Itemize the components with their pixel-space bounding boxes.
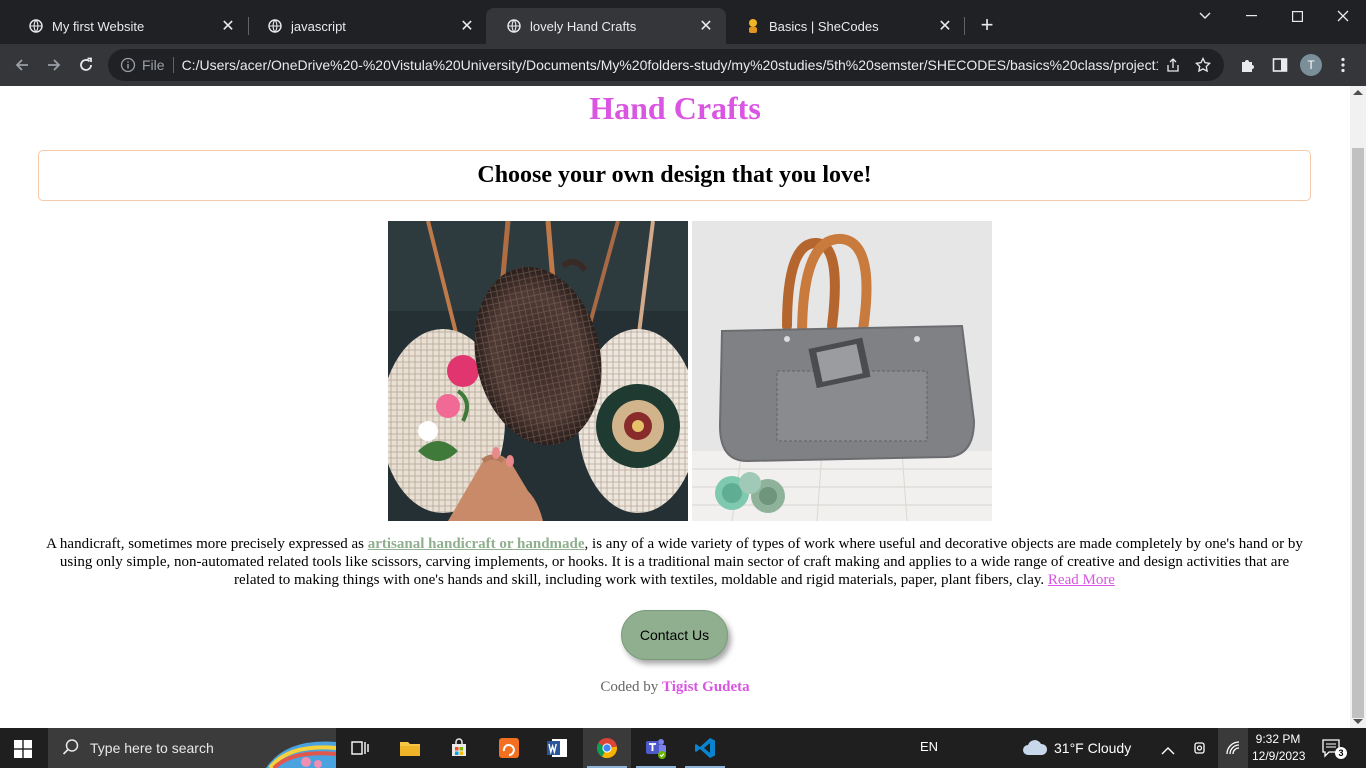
maximize-button[interactable] [1274,0,1320,32]
page-viewport: Hand Crafts Choose your own design that … [0,86,1350,728]
footer-prefix: Coded by [600,679,662,695]
chrome-icon[interactable] [583,728,631,768]
tab-title: lovely Hand Crafts [530,18,637,34]
tab-basics-shecodes[interactable]: Basics | SheCodes ✕ [725,8,965,44]
network-icon[interactable] [1218,728,1248,768]
address-bar[interactable]: File C:/Users/acer/OneDrive%20-%20Vistul… [108,49,1224,81]
weather-status[interactable]: 31°F Cloudy [1054,740,1131,756]
arrow-left-icon [15,59,28,71]
tab-title: My first Website [52,18,145,34]
browser-toolbar: File C:/Users/acer/OneDrive%20-%20Vistul… [0,44,1366,86]
close-window-button[interactable] [1320,0,1366,32]
address-divider [172,57,174,73]
page-scrollbar[interactable] [1350,86,1366,728]
kebab-menu-icon[interactable] [1333,55,1353,75]
scroll-thumb[interactable] [1352,148,1364,718]
globe-icon [506,18,522,34]
tab-divider [964,17,965,35]
windows-start-icon[interactable] [14,740,32,758]
back-button[interactable] [8,51,36,79]
read-more-link[interactable]: Read More [1048,572,1115,588]
shecodes-logo-icon [745,18,761,34]
close-icon[interactable]: ✕ [218,16,238,36]
teams-icon[interactable] [632,728,680,768]
vscode-icon[interactable] [681,728,729,768]
search-highlight-art [256,728,337,768]
maximize-icon [1291,10,1303,22]
tab-title: Basics | SheCodes [769,18,879,34]
pdf-reader-icon[interactable] [485,728,533,768]
page-title: Hand Crafts [589,90,761,126]
artisanal-handicraft-link[interactable]: artisanal handicraft or handmade [368,536,585,552]
tab-search-button[interactable] [1182,0,1228,32]
tagline-heading: Choose your own design that you love! [477,162,872,188]
search-placeholder: Type here to search [90,740,214,756]
cloud-icon[interactable] [1022,738,1048,761]
search-icon [62,738,80,759]
system-clock[interactable]: 9:32 PM 12/9/2023 [1252,731,1306,765]
tab-title: javascript [291,18,346,34]
close-icon[interactable]: ✕ [935,16,955,36]
contact-us-button[interactable]: Contact Us [621,610,728,660]
chevron-down-icon [1199,12,1211,19]
new-tab-button[interactable]: + [976,14,998,36]
task-view-icon[interactable] [336,728,384,768]
browser-tab-strip: My first Website ✕ javascript ✕ lovely H… [0,0,1366,44]
taskbar-search-box[interactable]: Type here to search [48,728,337,768]
url-text[interactable]: C:/Users/acer/OneDrive%20-%20Vistula%20U… [182,57,1158,73]
page-footer: Coded by Tigist Gudeta [0,679,1350,696]
url-scheme-label: File [142,57,165,73]
felt-bag-image [692,221,992,521]
globe-icon [28,18,44,34]
chevron-up-icon[interactable] [1161,742,1175,760]
tagline-banner: Choose your own design that you love! [38,150,1311,201]
arrow-right-icon [48,59,61,71]
reload-icon [80,57,92,71]
windows-taskbar: Type here to search EN 31°F Cloudy 9:32 … [0,728,1366,768]
close-icon[interactable]: ✕ [696,16,716,36]
tab-my-first-website[interactable]: My first Website ✕ [8,8,248,44]
minimize-button[interactable] [1228,0,1274,32]
close-icon[interactable]: ✕ [457,16,477,36]
file-explorer-icon[interactable] [386,728,434,768]
scroll-up-arrow-icon[interactable] [1353,90,1363,95]
minimize-icon [1245,15,1257,17]
handicraft-description: A handicraft, sometimes more precisely e… [38,535,1311,589]
author-name: Tigist Gudeta [662,679,750,695]
side-panel-icon[interactable] [1270,55,1290,75]
word-icon[interactable] [533,728,581,768]
share-icon[interactable] [1158,57,1188,73]
globe-icon [267,18,283,34]
reload-button[interactable] [72,51,100,79]
scroll-down-arrow-icon[interactable] [1353,719,1363,724]
meet-now-icon[interactable] [1192,740,1208,761]
info-icon[interactable] [120,57,136,73]
tab-javascript[interactable]: javascript ✕ [247,8,487,44]
tab-lovely-hand-crafts[interactable]: lovely Hand Crafts ✕ [486,8,726,44]
profile-avatar[interactable]: T [1300,54,1322,76]
star-icon[interactable] [1188,57,1218,73]
close-icon [1337,10,1349,22]
forward-button[interactable] [40,51,68,79]
microsoft-store-icon[interactable] [435,728,483,768]
clock-time: 9:32 PM [1255,732,1301,746]
notification-count-badge: 3 [1335,747,1347,759]
extensions-puzzle-icon[interactable] [1238,55,1258,75]
language-indicator[interactable]: EN [920,739,938,754]
description-text-start: A handicraft, sometimes more precisely e… [46,536,368,552]
clock-date: 12/9/2023 [1252,749,1306,763]
rattan-bags-image [388,221,688,521]
